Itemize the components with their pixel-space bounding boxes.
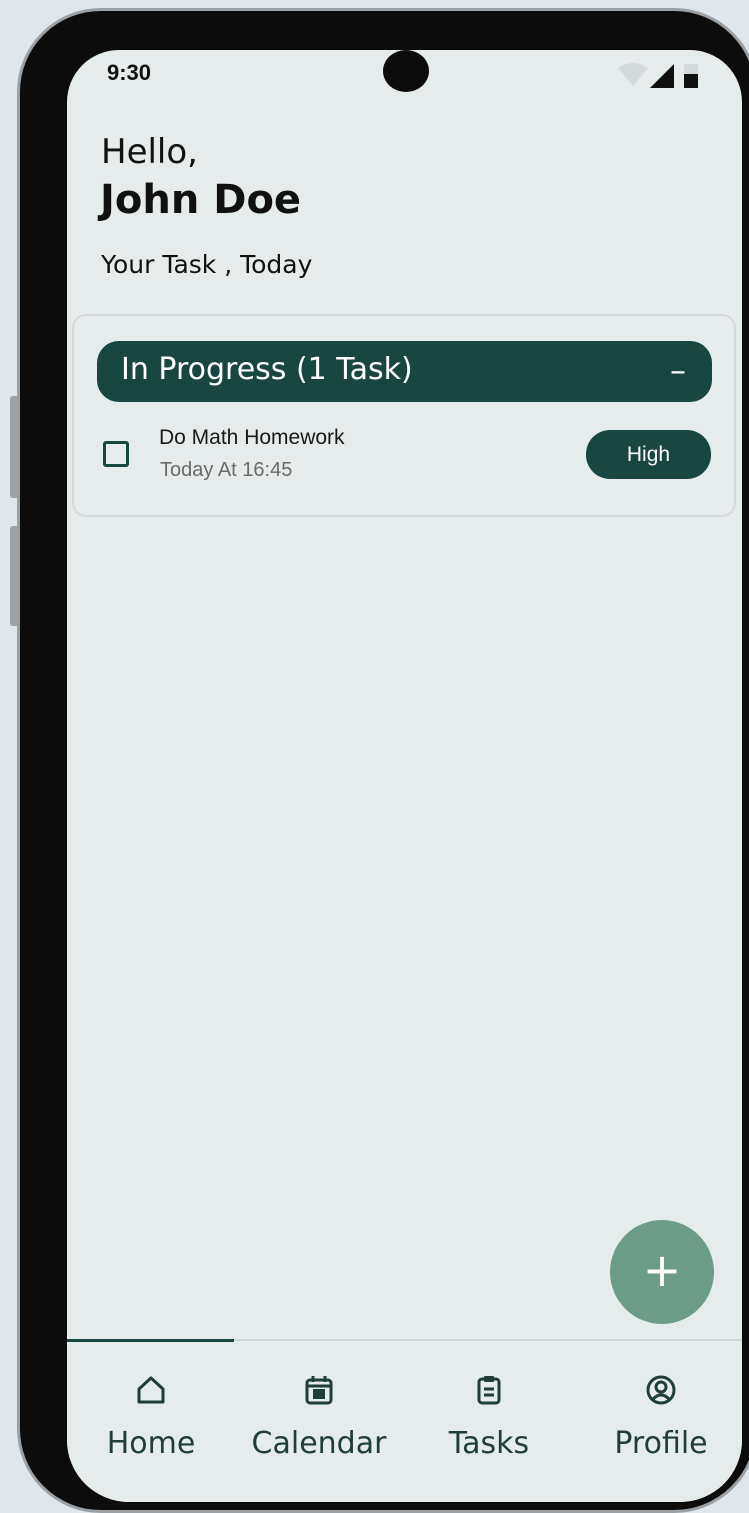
in-progress-header[interactable]: In Progress (1 Task) –	[97, 341, 712, 402]
bottom-navigation: Home Calendar Tasks Profile	[67, 1339, 742, 1502]
front-camera	[383, 50, 429, 92]
app-screen: 9:30 Hello, John Doe Your Task , Today I…	[67, 50, 742, 1502]
task-due-time: Today At 16:45	[160, 459, 293, 481]
signal-icon	[650, 64, 674, 88]
section-title: In Progress (1 Task)	[121, 352, 413, 387]
power-button	[10, 526, 17, 626]
wifi-icon	[618, 63, 648, 86]
add-task-button[interactable]: +	[610, 1220, 714, 1324]
nav-calendar[interactable]: Calendar	[235, 1341, 403, 1481]
battery-icon	[684, 64, 698, 88]
section-subtitle: Your Task , Today	[101, 250, 313, 279]
nav-home[interactable]: Home	[67, 1341, 235, 1481]
priority-badge: High	[586, 430, 711, 479]
nav-profile-label: Profile	[614, 1426, 708, 1461]
profile-icon	[646, 1375, 676, 1405]
calendar-icon	[305, 1376, 333, 1405]
nav-profile[interactable]: Profile	[577, 1341, 742, 1481]
task-checkbox[interactable]	[103, 441, 129, 467]
nav-tasks-label: Tasks	[448, 1426, 530, 1461]
greeting-text: Hello,	[101, 132, 198, 172]
nav-calendar-label: Calendar	[251, 1426, 387, 1461]
task-title[interactable]: Do Math Homework	[159, 426, 345, 450]
task-group-card: In Progress (1 Task) – Do Math Homework …	[72, 314, 736, 517]
device-frame: 9:30 Hello, John Doe Your Task , Today I…	[0, 0, 749, 1513]
status-time: 9:30	[107, 60, 152, 85]
clipboard-icon	[477, 1376, 501, 1405]
phone-body: 9:30 Hello, John Doe Your Task , Today I…	[17, 8, 749, 1513]
collapse-button[interactable]: –	[670, 351, 686, 389]
volume-button	[10, 396, 17, 498]
home-icon	[137, 1376, 165, 1404]
user-name: John Doe	[100, 177, 302, 223]
add-icon: +	[642, 1243, 682, 1297]
status-icons	[616, 62, 706, 90]
nav-home-label: Home	[106, 1426, 196, 1461]
nav-tasks[interactable]: Tasks	[405, 1341, 573, 1481]
